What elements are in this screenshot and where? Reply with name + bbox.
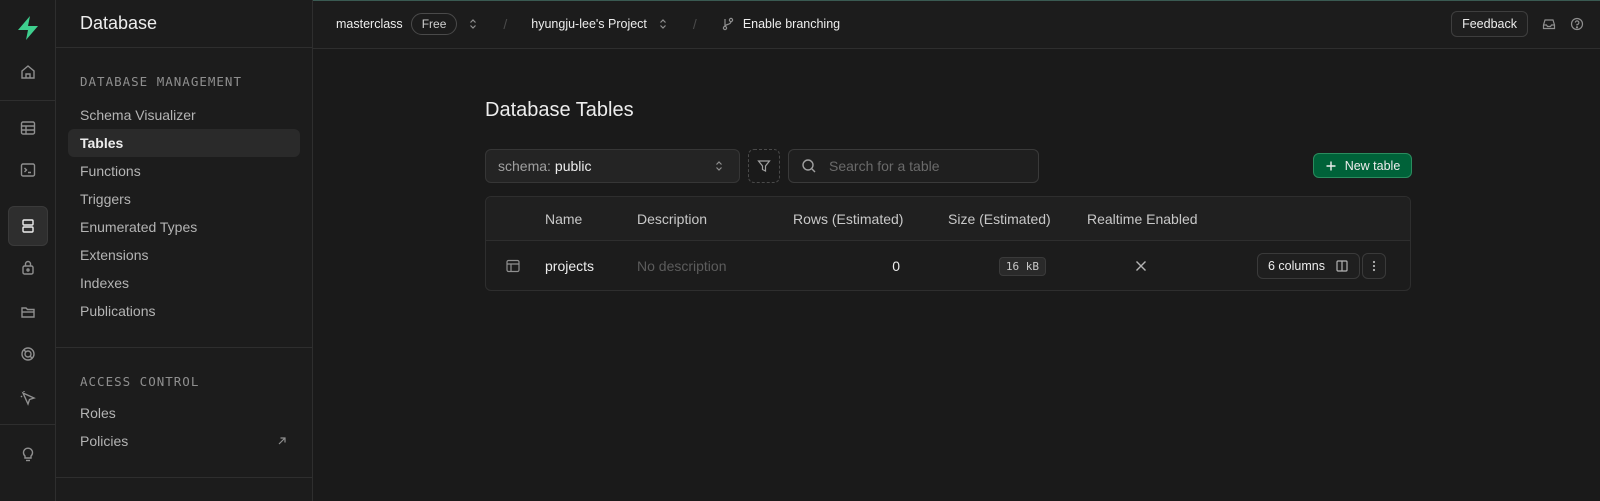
table-row[interactable]: projects No description 0 16 kB 6 column…: [486, 241, 1410, 290]
chevron-up-down-icon: [659, 19, 666, 29]
rail-divider: [0, 424, 56, 425]
database-side-menu: Database DATABASE MANAGEMENT Schema Visu…: [56, 0, 313, 501]
filter-icon: [757, 160, 771, 172]
size-badge: 16 kB: [998, 256, 1046, 276]
table-icon: [505, 241, 521, 290]
more-vertical-icon: [1372, 260, 1376, 272]
main-content: Database Tables schema: public New table…: [313, 49, 1600, 501]
schema-select[interactable]: schema: public: [485, 149, 740, 183]
top-bar: masterclass Free / hyungju-lee's Project…: [313, 0, 1600, 49]
column-header-realtime: Realtime Enabled: [1087, 211, 1198, 227]
menu-item-indexes[interactable]: Indexes: [68, 269, 300, 297]
columns-cell: 6 columns: [1257, 241, 1360, 290]
external-link-icon: [278, 437, 286, 445]
table-rows-count: 0: [892, 258, 900, 274]
storage-icon[interactable]: [8, 292, 48, 332]
column-header-rows: Rows (Estimated): [793, 211, 904, 227]
breadcrumb-separator: /: [503, 16, 508, 32]
enable-branching-button[interactable]: Enable branching: [721, 17, 840, 31]
tables-list: Name Description Rows (Estimated) Size (…: [485, 196, 1411, 291]
menu-title: Database: [56, 0, 312, 48]
menu-divider: [56, 477, 312, 478]
breadcrumb-project[interactable]: hyungju-lee's Project: [531, 17, 669, 31]
menu-item-tables[interactable]: Tables: [68, 129, 300, 157]
schema-prefix: schema:: [498, 158, 551, 174]
table-name[interactable]: projects: [545, 241, 594, 290]
column-header-name: Name: [545, 211, 583, 227]
plus-icon: [1326, 161, 1336, 170]
schema-value: public: [554, 158, 592, 174]
advisors-lightbulb-icon[interactable]: [8, 434, 48, 474]
branching-label: Enable branching: [742, 17, 841, 31]
table-editor-icon[interactable]: [8, 108, 48, 148]
column-header-description: Description: [637, 211, 708, 227]
realtime-icon[interactable]: [8, 334, 48, 374]
realtime-disabled-x-icon: [1134, 241, 1148, 290]
section-title-access-control: ACCESS CONTROL: [80, 374, 200, 389]
menu-item-roles[interactable]: Roles: [68, 399, 300, 427]
page-title: Database Tables: [485, 99, 634, 121]
search-icon: [802, 159, 816, 173]
view-columns-button[interactable]: 6 columns: [1257, 253, 1360, 279]
inbox-icon[interactable]: [1542, 17, 1556, 31]
section-title-database-management: DATABASE MANAGEMENT: [80, 74, 242, 89]
git-branch-icon: [722, 17, 734, 31]
auth-lock-icon[interactable]: [8, 248, 48, 288]
more-actions-button[interactable]: [1362, 253, 1386, 279]
filter-button[interactable]: [748, 149, 780, 183]
edge-functions-icon[interactable]: [8, 378, 48, 418]
menu-item-extensions[interactable]: Extensions: [68, 241, 300, 269]
database-icon[interactable]: [8, 206, 48, 246]
columns-count: 6 columns: [1268, 259, 1325, 273]
menu-item-policies[interactable]: Policies: [68, 427, 300, 455]
supabase-logo-icon[interactable]: [14, 14, 42, 42]
home-icon[interactable]: [8, 52, 48, 92]
new-table-label: New table: [1344, 158, 1401, 173]
more-cell: [1362, 241, 1386, 290]
rail-divider: [0, 100, 56, 101]
search-input[interactable]: [829, 158, 1019, 174]
table-description: No description: [637, 258, 727, 274]
columns-panel-icon: [1336, 260, 1348, 272]
table-search: [788, 149, 1039, 183]
menu-item-functions[interactable]: Functions: [68, 157, 300, 185]
column-header-size: Size (Estimated): [948, 211, 1051, 227]
org-name: masterclass: [336, 17, 403, 31]
menu-item-triggers[interactable]: Triggers: [68, 185, 300, 213]
menu-item-schema-visualizer[interactable]: Schema Visualizer: [68, 101, 300, 129]
new-table-button[interactable]: New table: [1313, 153, 1412, 178]
feedback-button[interactable]: Feedback: [1451, 11, 1528, 37]
sql-editor-icon[interactable]: [8, 150, 48, 190]
breadcrumb-org[interactable]: masterclass Free: [336, 13, 479, 35]
help-circle-icon[interactable]: [1570, 17, 1584, 31]
chevron-up-down-icon: [716, 161, 722, 171]
menu-item-publications[interactable]: Publications: [68, 297, 300, 325]
chevron-up-down-icon: [470, 19, 477, 29]
table-size-cell: 16 kB: [948, 241, 1046, 290]
plan-badge: Free: [410, 13, 458, 35]
project-name: hyungju-lee's Project: [531, 17, 647, 31]
breadcrumb-separator: /: [692, 16, 697, 32]
menu-item-enumerated-types[interactable]: Enumerated Types: [68, 213, 300, 241]
table-header: Name Description Rows (Estimated) Size (…: [486, 197, 1410, 241]
icon-rail: [0, 0, 56, 501]
